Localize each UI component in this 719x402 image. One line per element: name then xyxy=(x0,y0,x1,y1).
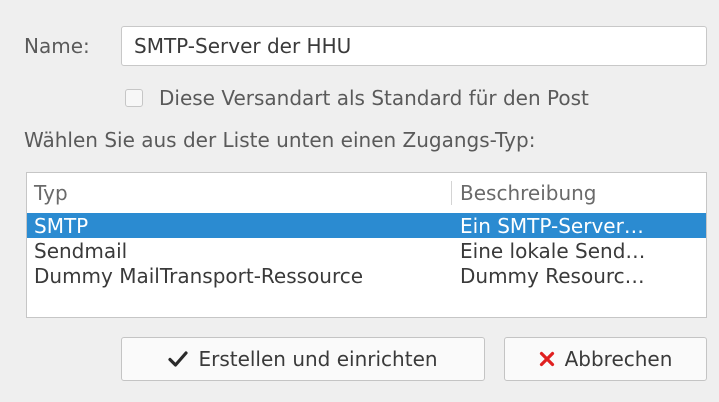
list-item-beschreibung: Ein SMTP-Server… xyxy=(460,213,644,238)
list-header: Typ Beschreibung xyxy=(27,173,706,213)
list-item-sendmail[interactable]: Sendmail Eine lokale Send… xyxy=(27,238,706,263)
name-label: Name: xyxy=(24,34,90,58)
list-item-beschreibung: Eine lokale Send… xyxy=(460,238,646,263)
list-item-smtp[interactable]: SMTP Ein SMTP-Server… xyxy=(27,213,706,238)
column-header-beschreibung[interactable]: Beschreibung xyxy=(452,181,597,205)
instruction-text: Wählen Sie aus der Liste unten einen Zug… xyxy=(24,128,536,152)
create-button-label: Erstellen und einrichten xyxy=(198,347,438,371)
list-item-typ: SMTP xyxy=(34,213,89,238)
list-item-typ: Dummy MailTransport-Ressource xyxy=(34,263,364,288)
create-and-setup-button[interactable]: Erstellen und einrichten xyxy=(121,337,485,381)
default-checkbox[interactable] xyxy=(125,89,143,107)
name-input[interactable] xyxy=(121,26,707,66)
cancel-button[interactable]: Abbrechen xyxy=(504,337,707,381)
column-header-typ[interactable]: Typ xyxy=(27,181,452,205)
list-item-dummy[interactable]: Dummy MailTransport-Ressource Dummy Reso… xyxy=(27,263,706,288)
transport-dialog: Name: Diese Versandart als Standard für … xyxy=(0,0,719,402)
default-checkbox-row[interactable]: Diese Versandart als Standard für den Po… xyxy=(125,84,589,112)
checkmark-icon xyxy=(168,350,189,368)
name-row: Name: xyxy=(24,26,102,66)
transport-type-list[interactable]: Typ Beschreibung SMTP Ein SMTP-Server… S… xyxy=(26,172,707,318)
list-item-typ: Sendmail xyxy=(34,238,128,263)
list-item-beschreibung: Dummy Resourc… xyxy=(460,263,645,288)
default-checkbox-label[interactable]: Diese Versandart als Standard für den Po… xyxy=(159,86,589,110)
cancel-button-label: Abbrechen xyxy=(564,347,673,371)
x-icon xyxy=(539,351,555,367)
